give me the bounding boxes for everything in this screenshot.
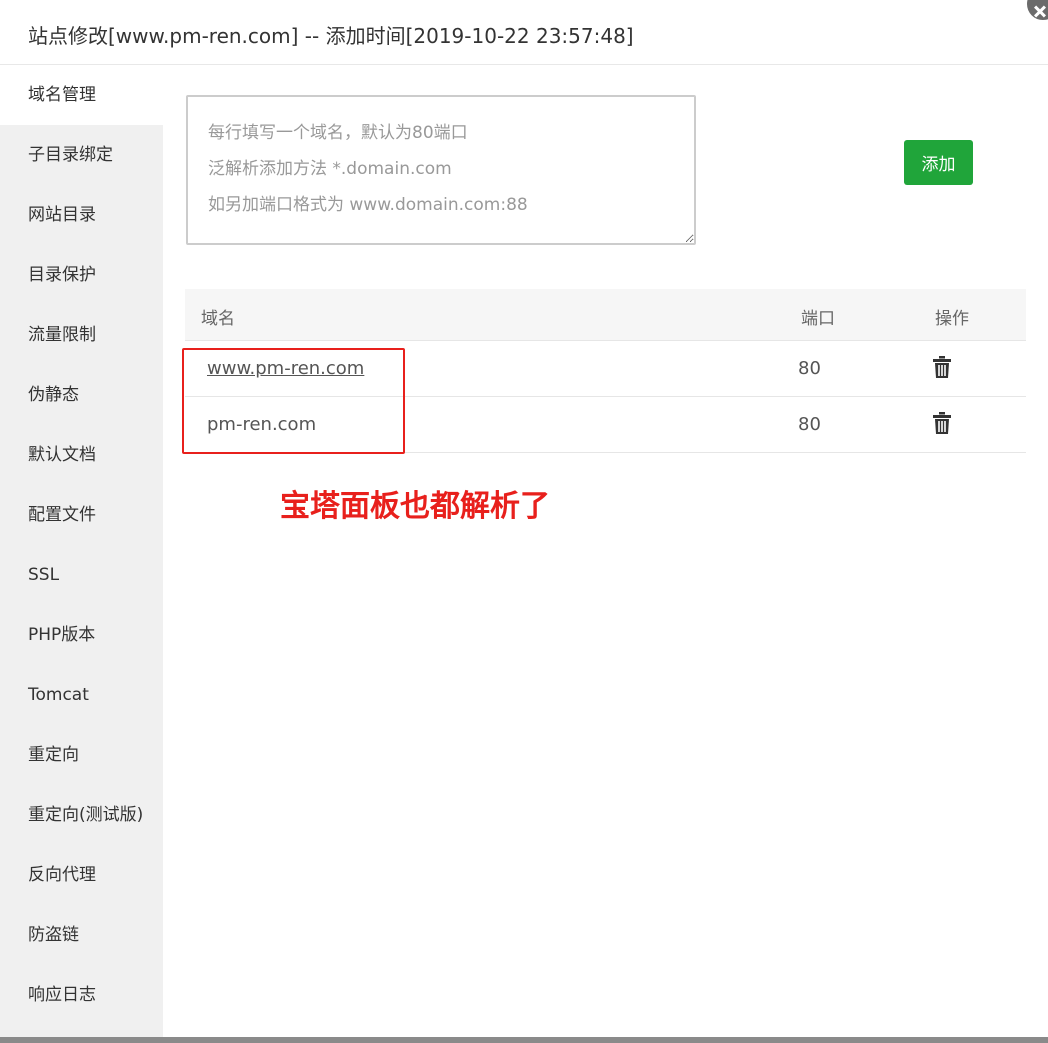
sidebar-item-site-directory[interactable]: 网站目录 — [0, 185, 163, 245]
annotation-text: 宝塔面板也都解析了 — [280, 489, 550, 524]
annotation-highlight-box — [182, 348, 405, 454]
site-edit-dialog: 站点修改[www.pm-ren.com] -- 添加时间[2019-10-22 … — [0, 0, 1048, 1043]
port-value: 80 — [798, 358, 821, 379]
dialog-bottom-border — [0, 1037, 1048, 1043]
main-content: 添加 域名 端口 操作 www.pm-ren.com 80 — [163, 65, 1048, 1037]
table-header: 域名 端口 操作 — [185, 289, 1026, 341]
sidebar-item-default-document[interactable]: 默认文档 — [0, 425, 163, 485]
dialog-title: 站点修改[www.pm-ren.com] -- 添加时间[2019-10-22 … — [28, 24, 634, 48]
sidebar-item-redirect-beta[interactable]: 重定向(测试版) — [0, 785, 163, 845]
sidebar-item-domain-management[interactable]: 域名管理 — [0, 65, 163, 125]
sidebar-item-hotlink-protection[interactable]: 防盗链 — [0, 905, 163, 965]
sidebar-item-response-log[interactable]: 响应日志 — [0, 965, 163, 1025]
add-domain-button[interactable]: 添加 — [904, 140, 973, 185]
sidebar-item-traffic-limit[interactable]: 流量限制 — [0, 305, 163, 365]
sidebar-item-ssl[interactable]: SSL — [0, 545, 163, 605]
sidebar-item-reverse-proxy[interactable]: 反向代理 — [0, 845, 163, 905]
sidebar-item-rewrite[interactable]: 伪静态 — [0, 365, 163, 425]
domain-input[interactable] — [186, 95, 696, 245]
dialog-title-bar: 站点修改[www.pm-ren.com] -- 添加时间[2019-10-22 … — [0, 0, 1048, 65]
port-value: 80 — [798, 414, 821, 435]
sidebar-nav: 域名管理 子目录绑定 网站目录 目录保护 流量限制 伪静态 默认文档 配置文件 … — [0, 65, 163, 1037]
column-header-action: 操作 — [935, 309, 969, 329]
sidebar-item-subdirectory-binding[interactable]: 子目录绑定 — [0, 125, 163, 185]
trash-icon[interactable] — [933, 412, 951, 434]
sidebar-item-config-file[interactable]: 配置文件 — [0, 485, 163, 545]
column-header-port: 端口 — [801, 309, 835, 329]
sidebar-item-php-version[interactable]: PHP版本 — [0, 605, 163, 665]
trash-icon[interactable] — [933, 356, 951, 378]
sidebar-item-tomcat[interactable]: Tomcat — [0, 665, 163, 725]
sidebar-item-directory-protection[interactable]: 目录保护 — [0, 245, 163, 305]
column-header-domain: 域名 — [201, 309, 235, 329]
sidebar-item-redirect[interactable]: 重定向 — [0, 725, 163, 785]
